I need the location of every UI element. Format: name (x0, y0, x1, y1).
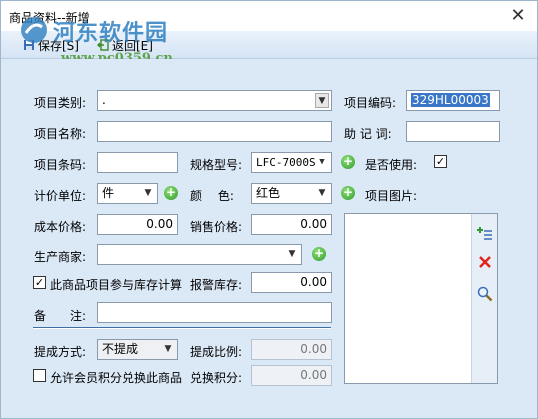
model-select[interactable]: LFC-7000S ▼ (251, 152, 332, 173)
name-label: 项目名称: (34, 127, 87, 141)
cost-price-input[interactable]: 0.00 (97, 214, 178, 235)
add-image-icon[interactable] (477, 226, 493, 242)
add-manufacturer-icon[interactable]: + (312, 247, 326, 261)
image-label: 项目图片: (365, 189, 418, 203)
sale-price-input[interactable]: 0.00 (251, 214, 332, 235)
category-select[interactable]: . ▼ (97, 90, 332, 111)
delete-image-icon[interactable] (477, 254, 493, 270)
add-color-icon[interactable]: + (341, 186, 355, 200)
remark-label: 备 注: (34, 309, 87, 323)
remark-input[interactable] (97, 302, 332, 323)
alert-stock-input[interactable]: 0.00 (251, 272, 332, 293)
chevron-down-icon: ▼ (288, 249, 296, 259)
watermark-site-name: 河东软件园 (53, 20, 169, 46)
code-input[interactable]: 329HL00003 (406, 90, 500, 111)
commission-ratio-input[interactable]: 0.00 (251, 339, 332, 360)
product-dialog: 商品资料--新增 ✕ 保存[S] 返回[E] 河东软件园 www.pc0359.… (0, 0, 538, 419)
allow-points-label: 允许会员积分兑换此商品 (50, 371, 183, 385)
code-label: 项目编码: (344, 96, 397, 110)
category-label: 项目类别: (34, 96, 87, 110)
chevron-down-icon: ▼ (319, 157, 325, 167)
barcode-input[interactable] (97, 152, 178, 173)
chevron-down-icon: ▼ (144, 188, 152, 198)
code-value: 329HL00003 (411, 93, 490, 107)
color-label: 颜 色: (190, 189, 234, 203)
form-area: 项目类别: . ▼ 项目编码: 329HL00003 项目名称: 助 记 词: … (1, 59, 537, 418)
name-input[interactable] (97, 121, 332, 142)
chevron-down-icon: ▼ (318, 188, 326, 198)
color-select[interactable]: 红色 ▼ (251, 183, 332, 204)
category-value: . (102, 93, 106, 107)
barcode-label: 项目条码: (34, 158, 87, 172)
points-input[interactable]: 0.00 (251, 365, 332, 386)
in-use-checkbox[interactable]: ✓ (434, 155, 447, 168)
zoom-image-icon[interactable] (477, 286, 493, 302)
commission-mode-value: 不提成 (102, 342, 139, 356)
delete-glyph (479, 256, 491, 268)
manufacturer-label: 生产商家: (34, 250, 87, 264)
stock-calc-checkbox[interactable]: ✓ (33, 276, 46, 289)
commission-mode-label: 提成方式: (34, 345, 87, 359)
alert-stock-label: 报警库存: (190, 278, 243, 292)
manufacturer-select[interactable]: ▼ (97, 244, 302, 265)
image-toolbar (471, 214, 497, 383)
sale-price-label: 销售价格: (190, 220, 243, 234)
unit-value: 件 (102, 186, 115, 200)
commission-ratio-label: 提成比例: (190, 345, 243, 359)
unit-label: 计价单位: (34, 189, 87, 203)
add-unit-icon[interactable]: + (164, 186, 178, 200)
model-label: 规格型号: (190, 158, 243, 172)
add-image-glyph (477, 227, 492, 240)
watermark-logo-icon (21, 17, 47, 43)
unit-select[interactable]: 件 ▼ (97, 183, 158, 204)
in-use-label: 是否使用: (365, 158, 418, 172)
model-value: LFC-7000S (256, 156, 316, 169)
allow-points-checkbox[interactable] (33, 369, 46, 382)
image-panel[interactable] (344, 213, 498, 384)
chevron-down-icon: ▼ (315, 93, 329, 108)
cost-price-label: 成本价格: (34, 220, 87, 234)
mnemonic-input[interactable] (406, 121, 500, 142)
commission-mode-select[interactable]: 不提成 ▼ (97, 339, 178, 360)
chevron-down-icon: ▼ (164, 344, 172, 354)
points-label: 兑换积分: (190, 371, 243, 385)
color-value: 红色 (256, 186, 281, 200)
close-button[interactable]: ✕ (507, 5, 529, 27)
stock-calc-label: 此商品项目参与库存计算 (50, 278, 183, 292)
section-divider (33, 327, 331, 329)
magnifier-glyph (477, 286, 493, 302)
mnemonic-label: 助 记 词: (344, 127, 392, 141)
add-model-icon[interactable]: + (341, 155, 355, 169)
